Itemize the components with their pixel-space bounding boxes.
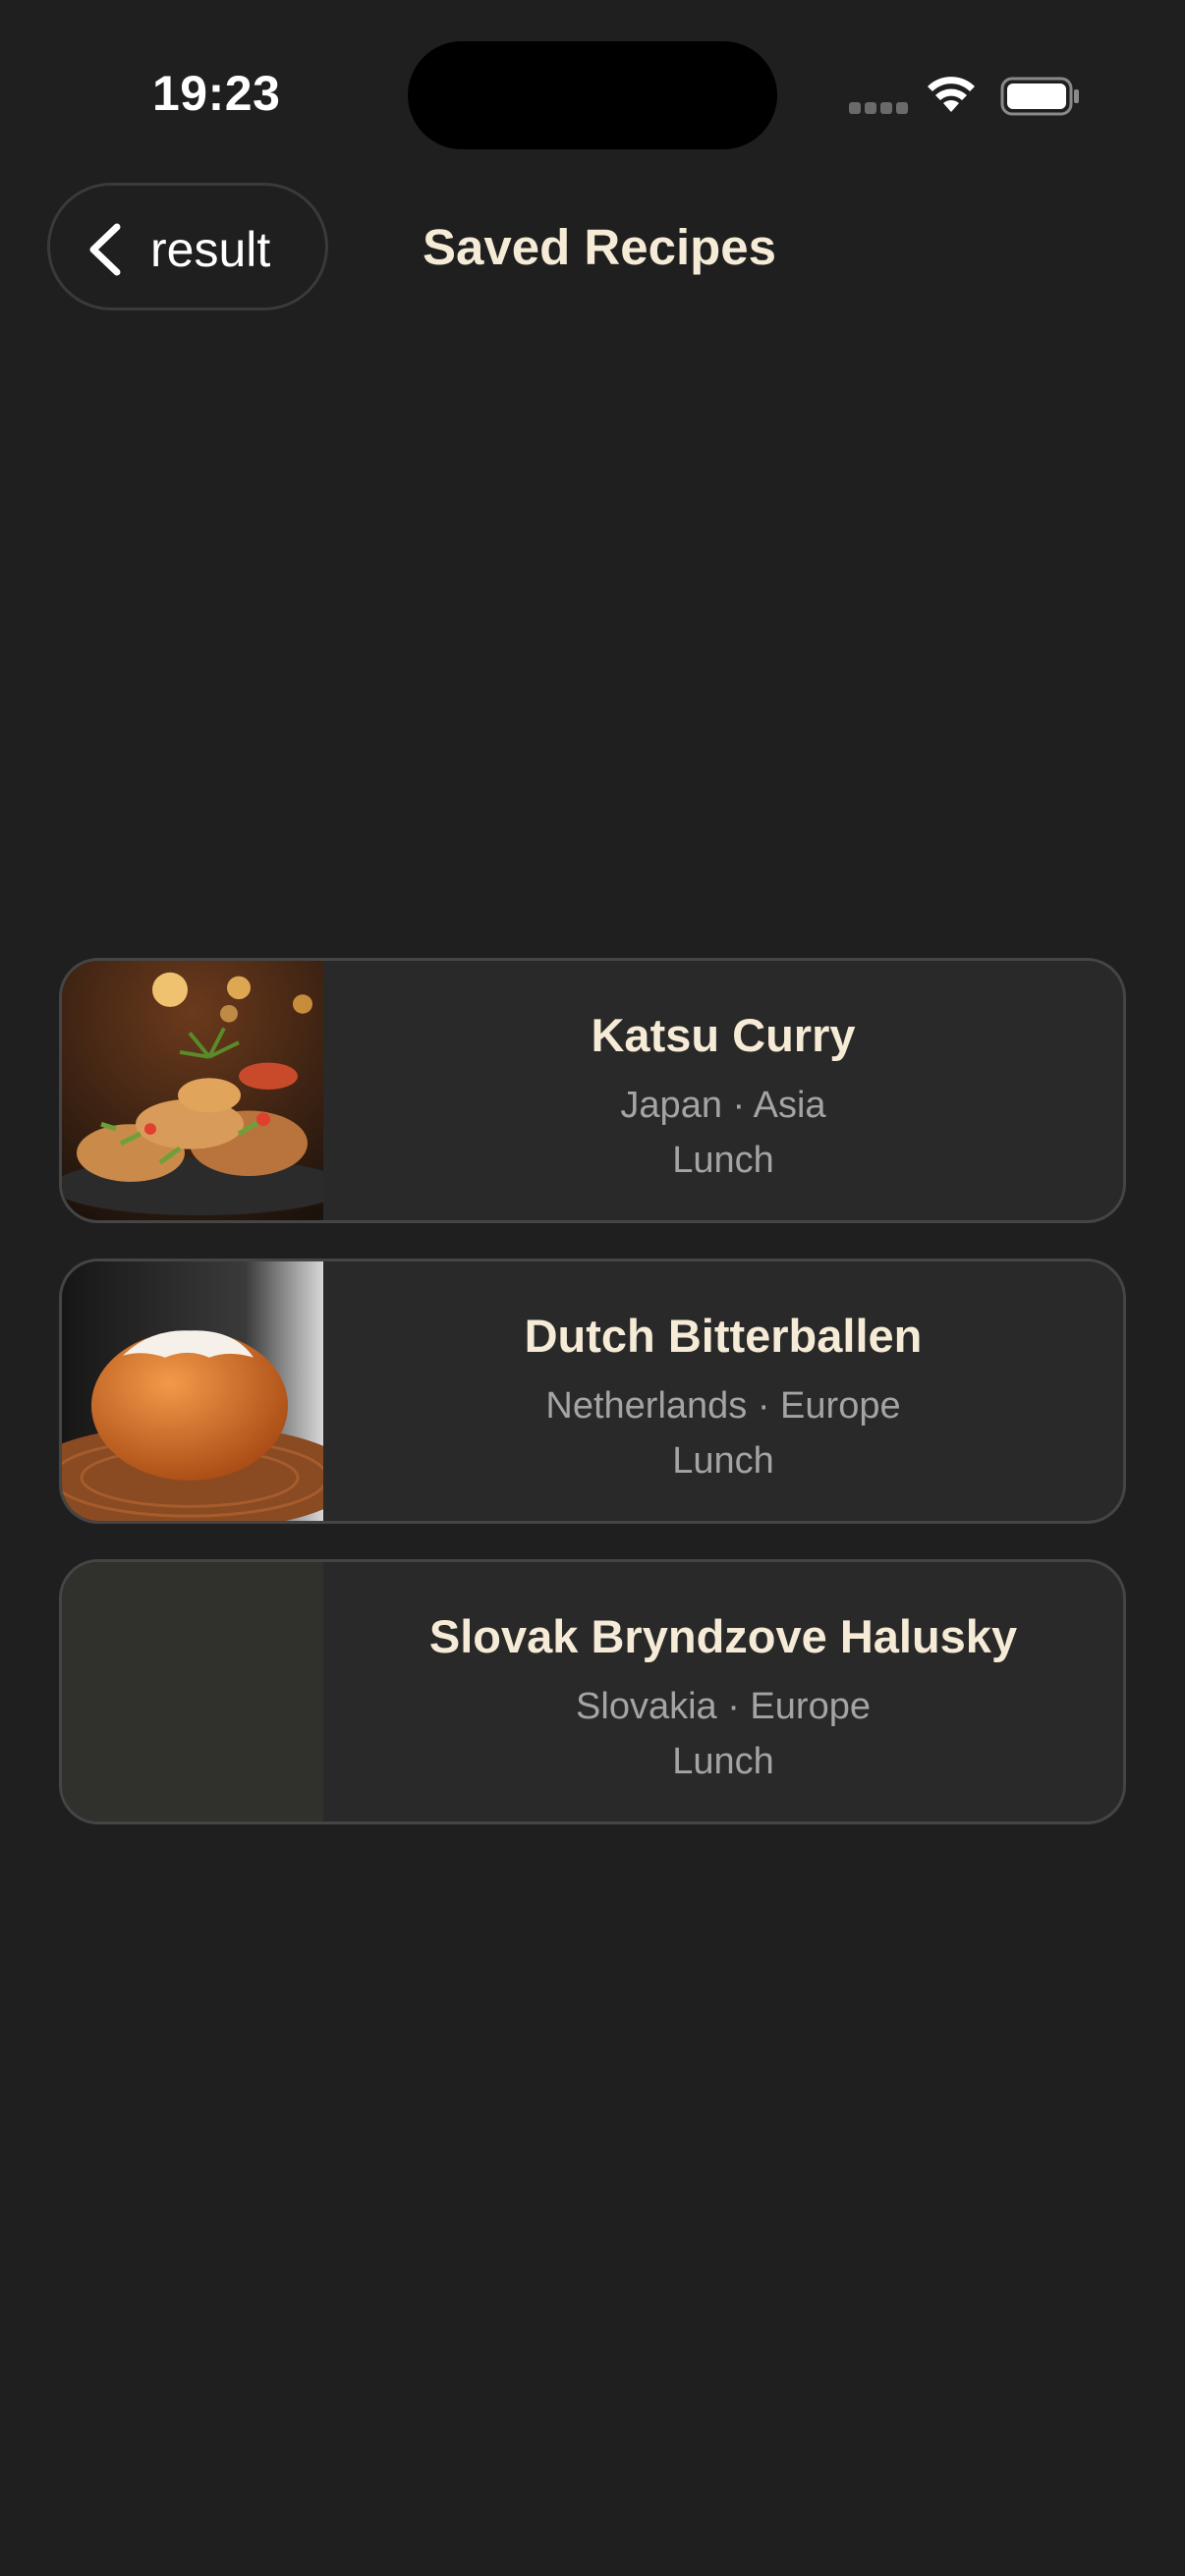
recipe-info: Dutch Bitterballen Netherlands · Europe … <box>323 1261 1123 1521</box>
recipe-meal-type: Lunch <box>672 1140 774 1181</box>
recipe-info: Katsu Curry Japan · Asia Lunch <box>323 961 1123 1220</box>
status-time: 19:23 <box>152 66 281 121</box>
saved-recipes-screen: 19:23 result Saved Recipes Katsu Curry J… <box>0 0 1185 2576</box>
dynamic-island <box>408 41 777 149</box>
signal-icon <box>849 102 908 116</box>
page-title: Saved Recipes <box>423 219 777 275</box>
recipe-card-katsu-curry[interactable]: Katsu Curry Japan · Asia Lunch <box>59 958 1126 1223</box>
wifi-icon <box>928 77 975 112</box>
chevron-left-icon <box>89 223 121 276</box>
battery-icon <box>1000 77 1079 116</box>
recipe-meal-type: Lunch <box>672 1741 774 1782</box>
recipe-card-slovak-bryndzove-halusky[interactable]: Slovak Bryndzove Halusky Slovakia · Euro… <box>59 1559 1126 1824</box>
recipe-info: Slovak Bryndzove Halusky Slovakia · Euro… <box>323 1562 1123 1821</box>
recipe-image <box>62 1261 323 1521</box>
recipe-origin: Slovakia · Europe <box>576 1686 871 1727</box>
recipe-origin: Netherlands · Europe <box>545 1385 901 1427</box>
recipe-origin: Japan · Asia <box>620 1085 826 1126</box>
recipe-title: Slovak Bryndzove Halusky <box>428 1610 1018 1662</box>
recipe-title: Katsu Curry <box>591 1009 856 1061</box>
recipe-meal-type: Lunch <box>672 1440 774 1482</box>
recipe-card-dutch-bitterballen[interactable]: Dutch Bitterballen Netherlands · Europe … <box>59 1259 1126 1524</box>
recipe-image-placeholder <box>62 1562 323 1821</box>
recipe-title: Dutch Bitterballen <box>524 1310 923 1362</box>
back-button-label: result <box>150 222 271 277</box>
recipe-image <box>62 961 323 1220</box>
back-button[interactable]: result <box>47 183 328 310</box>
